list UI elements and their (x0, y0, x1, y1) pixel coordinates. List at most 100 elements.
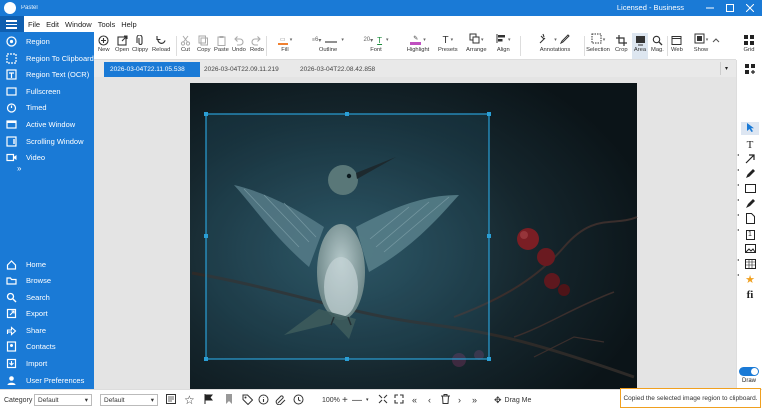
rectangle-tool[interactable] (741, 183, 759, 196)
category-select[interactable]: Default ▾ (34, 394, 92, 406)
undo-button[interactable]: Undo (232, 33, 246, 59)
chevron-down-icon: ▾ (450, 37, 454, 43)
arrow-tool[interactable] (741, 153, 759, 166)
sidebar-item-share[interactable]: Share (0, 323, 94, 338)
sidebar-item-browse[interactable]: Browse (0, 273, 94, 288)
draw-toggle[interactable] (739, 367, 759, 376)
grid-button[interactable]: Grid (740, 33, 758, 59)
paste-button[interactable]: Paste (214, 33, 229, 59)
font-size-dropdown[interactable]: 20 ▾ (363, 33, 373, 47)
tab-capture-1[interactable]: 2026-03-04T22.11.05.538 (104, 62, 200, 77)
outline-picker[interactable]: ≡ 6 ▾ ▾ Outline (304, 33, 352, 59)
tab-list-dropdown[interactable]: ▾ (720, 62, 732, 75)
sidebar-item-region-to-clipboard[interactable]: Region To Clipboard (0, 51, 94, 66)
tag-select[interactable]: Default ▾ (100, 394, 158, 406)
new-button[interactable]: New (98, 33, 110, 59)
selection-button[interactable]: ▾ Selection (584, 33, 612, 59)
sidebar-item-timed[interactable]: Timed (0, 100, 94, 115)
font-picker[interactable]: 20 ▾ T ▾ Font (356, 33, 396, 59)
show-button[interactable]: ▾ Show (690, 33, 712, 59)
previous-button[interactable]: ‹ (428, 393, 431, 407)
note-tool[interactable] (741, 213, 759, 226)
last-button[interactable]: » (472, 393, 477, 407)
fit-to-window-button[interactable] (378, 393, 388, 407)
menu-help[interactable]: Help (121, 20, 136, 29)
sidebar-item-region[interactable]: Region (0, 34, 94, 49)
sidebar-item-export[interactable]: Export (0, 306, 94, 321)
drag-me-button[interactable]: ✥ Drag Me (494, 393, 531, 407)
zoom-dropdown[interactable]: ▾ (366, 393, 369, 407)
bookmark-button[interactable] (225, 393, 233, 407)
marker-tool[interactable] (741, 198, 759, 211)
sidebar-item-user-preferences[interactable]: User Preferences (0, 373, 94, 388)
sidebar-item-search[interactable]: Search (0, 290, 94, 305)
delete-button[interactable] (441, 393, 450, 407)
cut-button[interactable]: Cut (180, 33, 191, 59)
sidebar-item-scrolling-window[interactable]: Scrolling Window (0, 134, 94, 149)
tab-capture-3[interactable]: 2026-03-04T22.08.42.858 (294, 62, 390, 77)
copy-button[interactable]: Copy (197, 33, 211, 59)
redo-button[interactable]: Redo (250, 33, 264, 59)
arrange-button[interactable]: ▾ Arrange (466, 33, 487, 59)
presets-button[interactable]: T ▾ Presets (438, 33, 458, 59)
captured-image[interactable] (94, 77, 736, 389)
next-button[interactable]: › (458, 393, 461, 407)
crop-button[interactable]: Crop (615, 33, 628, 59)
close-button[interactable] (740, 0, 760, 16)
zoom-in-button[interactable]: + (342, 393, 348, 407)
license-status: Licensed - Business (616, 3, 684, 12)
fi-tool[interactable]: fi (741, 288, 759, 301)
highlight-picker[interactable]: ✎ ▾ Highlight (404, 33, 432, 59)
flag-button[interactable] (204, 393, 214, 407)
minimize-button[interactable] (700, 0, 720, 16)
selection-rectangle[interactable] (205, 113, 490, 360)
favorite-button[interactable]: ☆ (184, 393, 195, 407)
pencil-tool[interactable] (741, 168, 759, 181)
menu-edit[interactable]: Edit (46, 20, 59, 29)
fill-color-picker[interactable]: ▭ ▾ Fill (272, 33, 298, 59)
sidebar-item-import[interactable]: Import (0, 356, 94, 371)
maximize-button[interactable] (720, 0, 740, 16)
sidebar-item-region-text-ocr[interactable]: Region Text (OCR) (0, 67, 94, 82)
menu-window[interactable]: Window (65, 20, 92, 29)
title-bar: Licensed - Business (94, 0, 762, 16)
tab-capture-2[interactable]: 2026-03-04T22.09.11.219 (198, 62, 294, 77)
details-button[interactable] (166, 393, 176, 407)
sidebar-item-home[interactable]: Home (0, 257, 94, 272)
sidebar-item-active-window[interactable]: Active Window (0, 117, 94, 132)
menu-tools[interactable]: Tools (98, 20, 116, 29)
select-tool[interactable] (741, 122, 759, 135)
star-tool[interactable]: ★ (741, 273, 759, 286)
clippy-button[interactable]: Clippy (132, 33, 148, 59)
menu-file[interactable]: File (28, 20, 40, 29)
sidebar-item-video[interactable]: Video (0, 150, 94, 165)
history-button[interactable] (293, 393, 304, 407)
align-button[interactable]: ▾ Align (496, 33, 511, 59)
area-button[interactable]: Area (632, 33, 648, 59)
hamburger-menu-button[interactable] (0, 16, 24, 32)
attach-button[interactable] (275, 393, 286, 407)
chevron-down-icon: ▾ (150, 397, 154, 404)
sidebar-item-fullscreen[interactable]: Fullscreen (0, 84, 94, 99)
web-button[interactable]: Web (671, 33, 683, 59)
first-button[interactable]: « (412, 393, 417, 407)
sidebar-item-contacts[interactable]: Contacts (0, 339, 94, 354)
more-captures-button[interactable]: » (17, 164, 21, 173)
step-number-tool[interactable]: 1 (741, 228, 759, 241)
outline-width-dropdown[interactable]: ≡ 6 ▾ (312, 33, 321, 47)
reload-button[interactable]: Reload (152, 33, 170, 59)
trash-icon (441, 394, 450, 406)
collapse-toolbar-button[interactable] (712, 33, 720, 59)
text-tool[interactable]: T (741, 138, 759, 151)
blur-tool[interactable] (741, 258, 759, 271)
info-button[interactable] (258, 393, 269, 407)
zoom-out-button[interactable]: — (352, 393, 362, 407)
image-tool[interactable] (741, 243, 759, 256)
magnifier-button[interactable]: Mag. (651, 33, 664, 59)
actual-size-button[interactable] (394, 393, 404, 407)
annotations-button[interactable]: ▾ Annotations (532, 33, 578, 59)
tags-button[interactable] (242, 393, 254, 407)
open-button[interactable]: Open (115, 33, 129, 59)
rotate-button[interactable] (741, 63, 759, 76)
editor-canvas[interactable] (94, 77, 736, 389)
